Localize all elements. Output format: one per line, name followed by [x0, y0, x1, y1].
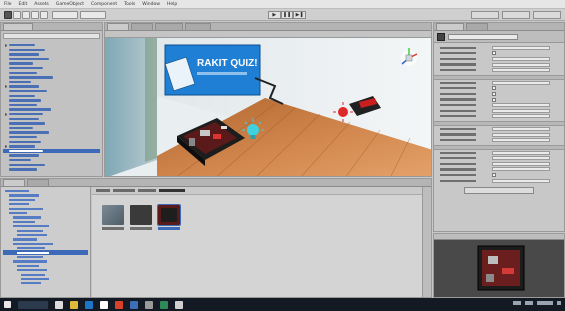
breadcrumb-item[interactable] [138, 189, 156, 192]
account-dropdown[interactable] [471, 11, 499, 19]
preview-panel [433, 233, 565, 298]
inspector-field[interactable] [434, 178, 564, 184]
main-toolbar: ▶ ❚❚ ▶❚ [0, 9, 565, 21]
pivot-toggle[interactable] [52, 11, 78, 19]
hierarchy-panel [0, 22, 103, 177]
unity-logo-icon[interactable] [145, 300, 153, 309]
tab-asset-store[interactable] [155, 23, 183, 30]
unity-editor-window: File Edit Assets GameObject Component To… [0, 0, 565, 311]
asset-label [130, 227, 152, 230]
tab-animator[interactable] [185, 23, 211, 30]
inspector-header [434, 31, 564, 43]
asset-label [102, 227, 124, 230]
move-tool-button[interactable] [13, 11, 21, 19]
inspector-body [434, 43, 564, 195]
asset-preview [477, 245, 525, 291]
asset-tile-selected[interactable] [157, 204, 181, 232]
asset-label [158, 227, 180, 230]
tab-console[interactable] [27, 179, 49, 186]
scene-tabstrip [105, 23, 431, 31]
menu-gameobject[interactable]: GameObject [56, 2, 84, 7]
list-item[interactable] [3, 167, 100, 172]
tab-services[interactable] [466, 23, 488, 30]
tab-inspector[interactable] [436, 23, 464, 30]
hand-tool-button[interactable] [4, 11, 12, 19]
breadcrumb-item[interactable] [159, 189, 185, 192]
menu-file[interactable]: File [4, 2, 12, 7]
app-icon[interactable] [160, 300, 168, 309]
layout-dropdown[interactable] [533, 11, 561, 19]
global-toggle[interactable] [80, 11, 106, 19]
layers-dropdown[interactable] [502, 11, 530, 19]
inspector-field[interactable] [434, 67, 564, 73]
list-item[interactable] [3, 281, 88, 285]
network-icon[interactable] [513, 301, 521, 305]
menu-edit[interactable]: Edit [19, 2, 28, 7]
edge-icon[interactable] [85, 300, 93, 309]
windows-taskbar [0, 298, 565, 311]
play-controls: ▶ ❚❚ ▶❚ [268, 11, 307, 19]
rotate-tool-button[interactable] [22, 11, 30, 19]
windows-start-icon[interactable] [4, 301, 11, 308]
breadcrumb [92, 187, 431, 195]
wall-trim [145, 38, 157, 162]
tab-scene[interactable] [107, 23, 129, 30]
clock[interactable] [537, 301, 553, 305]
breadcrumb-item[interactable] [96, 189, 110, 192]
inspector-field[interactable] [434, 114, 564, 120]
asset-thumbnail [130, 205, 152, 225]
project-folder-tree [1, 187, 91, 297]
breadcrumb-item[interactable] [113, 189, 135, 192]
tab-project[interactable] [3, 179, 25, 186]
project-panel [0, 178, 432, 298]
toolbar-right [471, 11, 561, 19]
pause-button[interactable]: ❚❚ [280, 11, 294, 19]
inspector-field[interactable] [434, 137, 564, 143]
asset-thumbnail [102, 205, 124, 225]
add-component-button[interactable] [464, 187, 534, 195]
hierarchy-search-input[interactable] [3, 33, 100, 39]
hierarchy-tabstrip [1, 23, 102, 31]
poster-subtitle-bar [197, 72, 247, 75]
scene-render: RAKIT QUIZ! [105, 38, 431, 176]
tab-game[interactable] [131, 23, 153, 30]
menu-help[interactable]: Help [167, 2, 177, 7]
scene-view-panel: RAKIT QUIZ! [104, 22, 432, 177]
inspector-panel [433, 22, 565, 232]
asset-tile[interactable] [102, 205, 124, 232]
app-icon[interactable] [115, 300, 123, 309]
menu-bar: File Edit Assets GameObject Component To… [0, 0, 565, 9]
volume-icon[interactable] [525, 301, 533, 305]
menu-component[interactable]: Component [91, 2, 117, 7]
tab-hierarchy[interactable] [3, 23, 33, 30]
object-name-field[interactable] [448, 33, 518, 40]
scrollbar[interactable] [422, 187, 431, 297]
taskbar-search-box[interactable] [18, 300, 48, 309]
menu-assets[interactable]: Assets [34, 2, 49, 7]
menu-window[interactable]: Window [142, 2, 160, 7]
menu-tools[interactable]: Tools [124, 2, 135, 7]
file-explorer-icon[interactable] [70, 300, 78, 309]
hierarchy-tree [1, 41, 102, 174]
project-tabstrip [1, 179, 431, 187]
asset-thumbnail [157, 204, 181, 226]
system-tray [513, 301, 561, 305]
step-button[interactable]: ▶❚ [293, 11, 307, 19]
scene-viewport[interactable]: RAKIT QUIZ! [105, 38, 431, 176]
rect-tool-button[interactable] [40, 11, 48, 19]
poster-title: RAKIT QUIZ! [197, 58, 258, 69]
scene-view-toolbar [105, 31, 431, 38]
app-icon[interactable] [175, 300, 183, 309]
asset-tile[interactable] [130, 205, 152, 232]
store-icon[interactable] [100, 300, 108, 309]
scale-tool-button[interactable] [31, 11, 39, 19]
play-button[interactable]: ▶ [268, 11, 281, 19]
task-view-icon[interactable] [55, 300, 63, 309]
project-assets-area [92, 187, 431, 297]
notifications-icon[interactable] [557, 301, 561, 305]
object-icon [437, 32, 445, 41]
app-icon[interactable] [130, 300, 138, 309]
inspector-tabstrip [434, 23, 564, 31]
